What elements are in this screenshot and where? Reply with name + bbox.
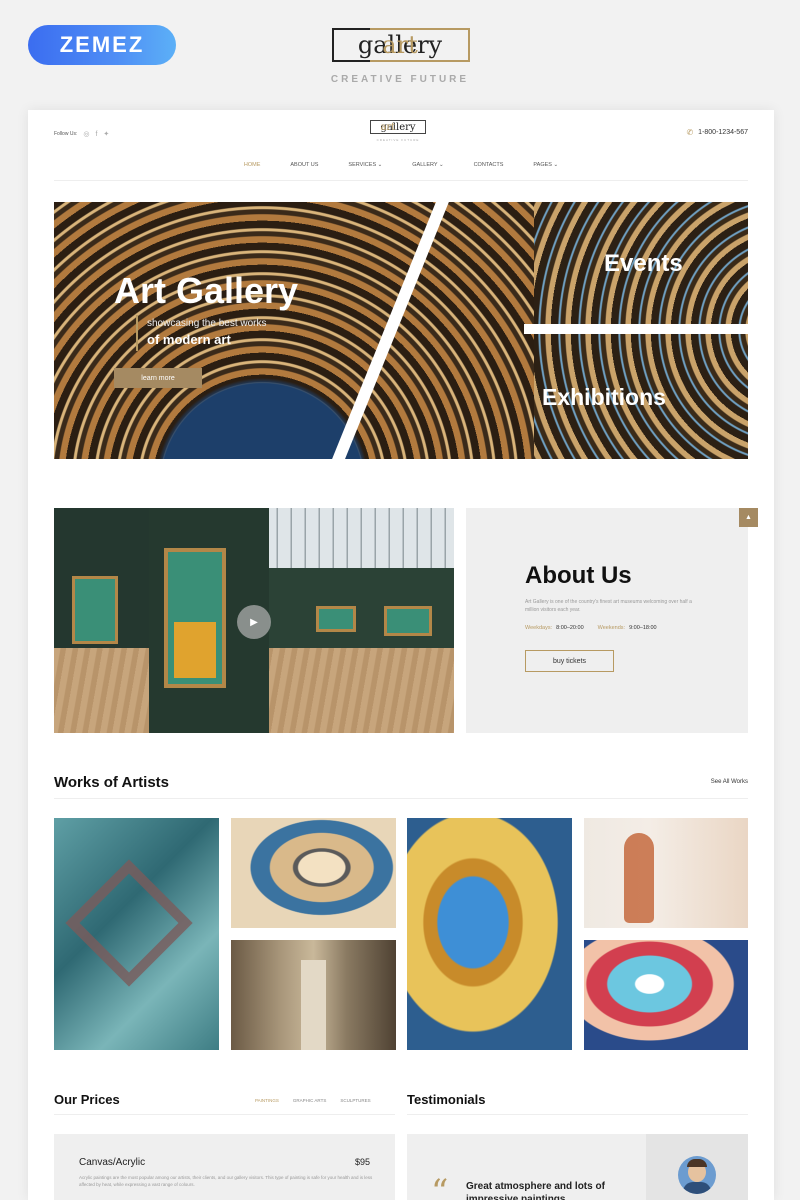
hero-subtitle: showcasing the best works bbox=[147, 318, 267, 329]
nav-divider bbox=[54, 180, 748, 181]
brand-logo-large[interactable]: art gallery bbox=[330, 28, 470, 62]
avatar bbox=[678, 1156, 716, 1194]
main-nav: HOME ABOUT US SERVICES ⌄ GALLERY ⌄ CONTA… bbox=[28, 162, 774, 180]
brand-art-text: art bbox=[382, 31, 418, 59]
artwork-dancer[interactable] bbox=[584, 818, 748, 928]
price-item: Canvas/Acrylic $95 Acrylic paintings are… bbox=[54, 1134, 395, 1200]
zemez-logo[interactable]: ZEMEZ bbox=[28, 25, 176, 65]
hero-title: Art Gallery bbox=[114, 270, 299, 311]
tab-sculptures[interactable]: SCULPTURES bbox=[340, 1098, 370, 1103]
hero-exhibitions-link[interactable]: Exhibitions bbox=[542, 384, 666, 411]
tab-paintings[interactable]: PAINTINGS bbox=[255, 1098, 279, 1103]
about-text: Art Gallery is one of the country's fine… bbox=[525, 599, 692, 613]
testimonial-card: “ Great atmosphere and lots of impressiv… bbox=[407, 1134, 646, 1200]
see-all-works-link[interactable]: See All Works bbox=[711, 779, 748, 785]
prices-title: Our Prices bbox=[54, 1092, 120, 1107]
opening-hours: Weekdays: 8:00–20:00 Weekends: 9:00–18:0… bbox=[525, 625, 657, 631]
nav-about-us[interactable]: ABOUT US bbox=[290, 162, 318, 180]
testimonial-quote: Great atmosphere and lots of impressive … bbox=[466, 1181, 605, 1200]
learn-more-button[interactable]: learn more bbox=[114, 368, 202, 388]
quote-icon: “ bbox=[431, 1172, 449, 1200]
artwork-old-street[interactable] bbox=[231, 940, 396, 1050]
instagram-icon[interactable]: ◎ bbox=[83, 130, 89, 138]
twitter-icon[interactable]: ✦ bbox=[103, 130, 109, 138]
prices-divider bbox=[54, 1114, 395, 1115]
about-section: About Us Art Gallery is one of the count… bbox=[466, 508, 748, 733]
gallery-video[interactable]: ▶ bbox=[54, 508, 454, 733]
artwork-abstract-teal[interactable] bbox=[54, 818, 219, 1050]
phone-number: 1-800-1234-567 bbox=[698, 129, 748, 136]
brand-logo-small[interactable]: art gallery bbox=[370, 120, 426, 134]
site-preview: Follow Us: ◎ f ✦ art gallery CREATIVE FUT… bbox=[28, 110, 774, 1200]
testimonial-photo-panel bbox=[646, 1134, 748, 1200]
follow-label: Follow Us: bbox=[54, 131, 78, 137]
brand-small-art: art bbox=[380, 122, 396, 133]
social-follow: Follow Us: ◎ f ✦ bbox=[54, 130, 109, 139]
buy-tickets-button[interactable]: buy tickets bbox=[525, 650, 614, 672]
nav-contacts[interactable]: CONTACTS bbox=[474, 162, 504, 180]
works-divider bbox=[54, 798, 748, 799]
nav-gallery[interactable]: GALLERY ⌄ bbox=[412, 162, 443, 180]
chevron-up-icon[interactable]: ▲ bbox=[739, 508, 758, 527]
phone-icon: ✆ bbox=[686, 128, 694, 137]
artwork-butterfly[interactable] bbox=[407, 818, 572, 1050]
artwork-colorful-abstract[interactable] bbox=[584, 940, 748, 1050]
phone-contact[interactable]: ✆ 1-800-1234-567 bbox=[686, 128, 748, 137]
tab-graphic-arts[interactable]: GRAPHIC ARTS bbox=[293, 1098, 326, 1103]
hero-accent-bar bbox=[136, 315, 138, 351]
testimonials-divider bbox=[407, 1114, 748, 1115]
nav-pages[interactable]: PAGES ⌄ bbox=[533, 162, 558, 180]
painting-frame bbox=[164, 548, 226, 688]
hero-banner: Art Gallery showcasing the best works of… bbox=[54, 202, 748, 459]
works-title: Works of Artists bbox=[54, 774, 170, 791]
price-item-name: Canvas/Acrylic bbox=[79, 1157, 146, 1168]
nav-services[interactable]: SERVICES ⌄ bbox=[348, 162, 382, 180]
play-icon[interactable]: ▶ bbox=[237, 605, 271, 639]
testimonials-title: Testimonials bbox=[407, 1092, 486, 1107]
nav-home[interactable]: HOME bbox=[244, 162, 261, 180]
hero-events-link[interactable]: Events bbox=[604, 250, 683, 278]
facebook-icon[interactable]: f bbox=[95, 131, 97, 138]
price-item-value: $95 bbox=[354, 1157, 370, 1167]
price-tabs: PAINTINGS GRAPHIC ARTS SCULPTURES bbox=[255, 1098, 371, 1103]
about-title: About Us bbox=[525, 562, 632, 589]
artwork-woman-portrait[interactable] bbox=[231, 818, 396, 928]
price-item-description: Acrylic paintings are the most popular a… bbox=[79, 1175, 373, 1187]
brand-small-tagline: CREATIVE FUTURE bbox=[376, 138, 420, 142]
hero-horizontal-divider bbox=[524, 324, 748, 334]
hero-subtitle-bold: of modern art bbox=[147, 332, 231, 347]
brand-tagline: CREATIVE FUTURE bbox=[330, 74, 470, 85]
